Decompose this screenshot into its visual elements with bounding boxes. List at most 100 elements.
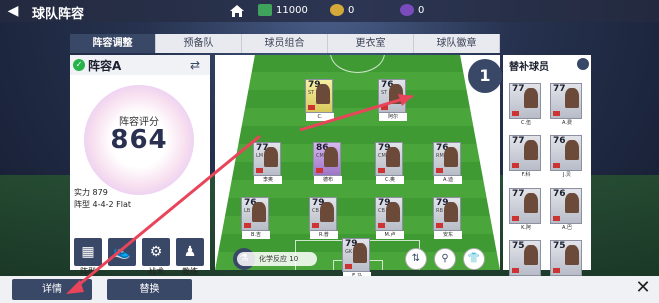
player-position: CM <box>316 153 324 159</box>
boots-button[interactable]: 👟 <box>108 238 136 266</box>
tab-lineup-adjust[interactable]: 阵容调整 <box>70 34 156 53</box>
player-portrait <box>524 193 538 213</box>
player-portrait <box>316 84 330 104</box>
pitch-player-card[interactable]: 79 CB R.普 <box>309 197 338 239</box>
player-portrait <box>565 88 579 108</box>
player-portrait <box>565 245 579 265</box>
pitch-player-card[interactable]: 79 CB M.卢 <box>375 197 404 239</box>
nation-flag-icon <box>308 105 315 110</box>
pitch-player-card[interactable]: 79 ST C. <box>305 79 334 121</box>
player-name: 阿尔 <box>379 113 407 121</box>
subs-title: 替补球员 <box>509 62 549 73</box>
player-position: CB <box>378 208 385 214</box>
pitch-player-card[interactable]: 79 RB 安东 <box>433 197 462 239</box>
replace-button[interactable]: 替换 <box>107 279 192 300</box>
player-portrait <box>353 243 367 263</box>
gold-coin-icon <box>330 4 344 16</box>
nation-flag-icon <box>436 223 443 228</box>
swap-lineup-icon[interactable]: ⇄ <box>190 58 200 72</box>
player-rating: 77 <box>512 136 525 146</box>
nation-flag-icon <box>512 111 519 116</box>
sub-player-card[interactable]: 76 A.巴 <box>550 188 583 232</box>
player-name: 安东 <box>434 231 462 239</box>
player-portrait <box>386 147 400 167</box>
sub-player-card[interactable]: 77 F.科 <box>509 135 542 179</box>
tab-player-combos[interactable]: 球员组合 <box>242 34 328 53</box>
page-title: 球队阵容 <box>32 7 85 22</box>
formation-value: 4-4-2 Flat <box>92 200 131 209</box>
player-portrait <box>524 245 538 265</box>
player-portrait <box>320 202 334 222</box>
nation-flag-icon <box>512 163 519 168</box>
nation-flag-icon <box>512 268 519 273</box>
chemistry-label: 化学反应 <box>259 255 287 263</box>
substitution-icon[interactable]: ⇅ <box>405 248 427 270</box>
strength-label: 实力 <box>74 188 90 197</box>
kit-icon[interactable]: 👕 <box>463 248 485 270</box>
pitch-player-card[interactable]: 79 CM C.奥 <box>375 142 404 184</box>
player-position: RB <box>436 208 443 214</box>
tab-locker-room[interactable]: 更衣室 <box>328 34 414 53</box>
gold-value: 0 <box>348 5 355 16</box>
sub-player-card[interactable]: 75B.夸 <box>550 240 583 284</box>
lineup-panel: ✓ 阵容A ⇄ 阵容评分 864 实力 879 阵型 4-4-2 Flat ▦ … <box>70 55 210 276</box>
sub-player-card[interactable]: 77 A.费 <box>550 83 583 127</box>
pitch-player-card[interactable]: 76 RM A.迪 <box>433 142 462 184</box>
player-portrait <box>444 202 458 222</box>
player-portrait <box>264 147 278 167</box>
player-position: LM <box>256 153 264 159</box>
nation-flag-icon <box>436 168 443 173</box>
pitch-player-card[interactable]: 76 LB B.吉 <box>241 197 270 239</box>
tab-bar: 阵容调整 预备队 球员组合 更衣室 球队徽章 <box>70 34 500 53</box>
player-rating: 76 <box>553 189 566 199</box>
rating-circle: 阵容评分 864 <box>84 85 194 195</box>
close-icon[interactable]: ✕ <box>633 278 653 298</box>
coach-button[interactable]: ♟ <box>176 238 204 266</box>
tactics-button[interactable]: ⚙ <box>142 238 170 266</box>
pitch-player-card[interactable]: 79GKE.马 <box>342 238 371 280</box>
player-rating: 76 <box>553 136 566 146</box>
coins-counter: 11000 <box>258 4 308 18</box>
nation-flag-icon <box>553 216 560 221</box>
user-icon[interactable] <box>577 58 589 70</box>
home-icon[interactable] <box>228 2 246 20</box>
player-role-icon[interactable]: ⚲ <box>434 248 456 270</box>
coins-value: 11000 <box>276 5 308 16</box>
player-rating: 75 <box>553 241 566 251</box>
back-arrow-icon[interactable]: ◀ <box>4 2 22 20</box>
gold-counter: 0 <box>330 4 354 18</box>
pitch-player-card[interactable]: 76 ST 阿尔 <box>378 79 407 121</box>
pitch-player-card[interactable]: 86 CM 德布 <box>313 142 342 184</box>
player-portrait <box>324 147 338 167</box>
player-name: A.巴 <box>551 224 583 232</box>
player-portrait <box>252 202 266 222</box>
points-value: 0 <box>418 5 425 16</box>
player-portrait <box>389 84 403 104</box>
tab-reserves[interactable]: 预备队 <box>156 34 242 53</box>
chemistry-bar: 化学反应 10 <box>237 252 317 266</box>
nation-flag-icon <box>312 223 319 228</box>
lineup-header: ✓ 阵容A ⇄ <box>70 55 210 75</box>
tab-team-badge[interactable]: 球队徽章 <box>414 34 500 53</box>
sub-player-card[interactable]: 77 C.伍 <box>509 83 542 127</box>
detail-button[interactable]: 详情 <box>12 279 92 300</box>
player-name: J.贝 <box>551 171 583 179</box>
lineup-name: 阵容A <box>88 59 122 73</box>
nation-flag-icon <box>553 163 560 168</box>
player-portrait <box>444 147 458 167</box>
coins-icon <box>258 4 272 16</box>
player-rating: 77 <box>553 84 566 94</box>
player-portrait <box>524 88 538 108</box>
pitch-player-card[interactable]: 77 LM 李奥 <box>253 142 282 184</box>
player-name: C. <box>306 113 334 121</box>
formation-button[interactable]: ▦ <box>74 238 102 266</box>
sub-player-card[interactable]: 75M.塞 <box>509 240 542 284</box>
player-name: 李奥 <box>254 176 282 184</box>
sub-player-card[interactable]: 76 J.贝 <box>550 135 583 179</box>
player-portrait <box>565 140 579 160</box>
sub-player-card[interactable]: 77 K.阿 <box>509 188 542 232</box>
formation-label: 阵型 <box>74 200 90 209</box>
nation-flag-icon <box>378 168 385 173</box>
strength-row: 实力 879 <box>74 187 108 198</box>
player-position: CM <box>378 153 386 159</box>
